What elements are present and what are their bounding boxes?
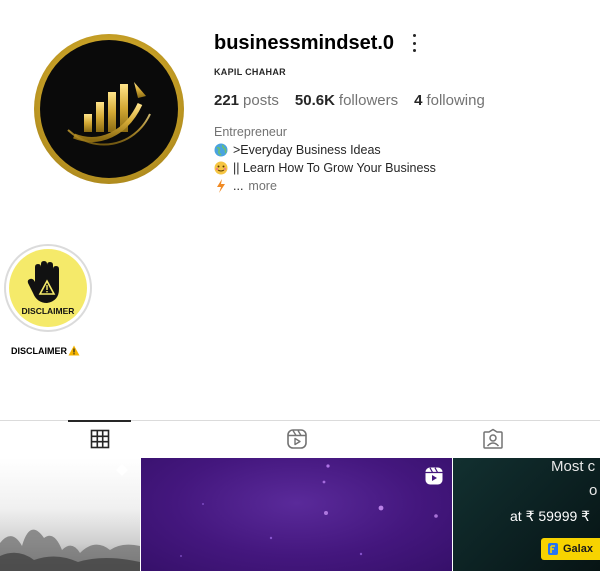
avatar-logo xyxy=(40,40,178,178)
profile-avatar[interactable] xyxy=(34,34,184,184)
flipkart-logo-icon xyxy=(548,543,558,555)
reel-badge-icon xyxy=(425,467,443,485)
bio-more-link[interactable]: more xyxy=(248,179,276,193)
grid-icon xyxy=(90,429,109,449)
warning-emoji-icon xyxy=(68,345,80,356)
highlight-cover: DISCLAIMER xyxy=(9,249,87,327)
profile-username: businessmindset.0 xyxy=(214,32,395,54)
tab-reels[interactable] xyxy=(265,421,328,457)
bio-line: || Learn How To Grow Your Business xyxy=(214,161,436,175)
post-image xyxy=(180,464,438,557)
post-image xyxy=(0,464,140,571)
profile-tabs xyxy=(0,420,600,456)
story-highlight-disclaimer[interactable]: DISCLAIMER xyxy=(4,244,92,332)
following-link[interactable]: 4 following xyxy=(414,92,485,109)
tab-tagged[interactable] xyxy=(461,421,524,457)
tagged-icon xyxy=(482,428,503,449)
profile-category: Entrepreneur xyxy=(214,125,287,139)
reels-icon xyxy=(286,429,307,449)
post-brand-badge: Galax xyxy=(541,538,600,560)
bio-line: >Everyday Business Ideas xyxy=(214,143,381,157)
post-price-text: at ₹ 59999 ₹ xyxy=(510,508,591,524)
followers-link[interactable]: 50.6K followers xyxy=(295,92,398,109)
bio-line: ... more xyxy=(214,179,277,193)
face-emoji-icon xyxy=(214,161,228,175)
globe-emoji-icon xyxy=(214,143,228,157)
profile-full-name: KAPIL CHAHAR xyxy=(214,67,286,77)
lightning-emoji-icon xyxy=(217,179,225,193)
post-tile-reel[interactable] xyxy=(141,458,452,571)
growth-chart-logo-icon xyxy=(67,82,151,146)
options-more-icon[interactable] xyxy=(406,34,422,52)
posts-count: 221 posts xyxy=(214,92,279,109)
profile-stats: 221 posts 50.6K followers 4 following xyxy=(214,92,485,109)
post-tile[interactable]: Most c o at ₹ 59999 ₹ Galax xyxy=(453,458,600,571)
highlight-caption: DISCLAIMER xyxy=(11,345,80,356)
post-tile[interactable] xyxy=(0,458,140,571)
post-text: o xyxy=(589,482,598,499)
post-text: Most c xyxy=(551,458,596,475)
stop-hand-icon xyxy=(27,260,59,303)
tab-posts[interactable] xyxy=(68,420,131,456)
highlight-cover-text: DISCLAIMER xyxy=(21,305,75,316)
